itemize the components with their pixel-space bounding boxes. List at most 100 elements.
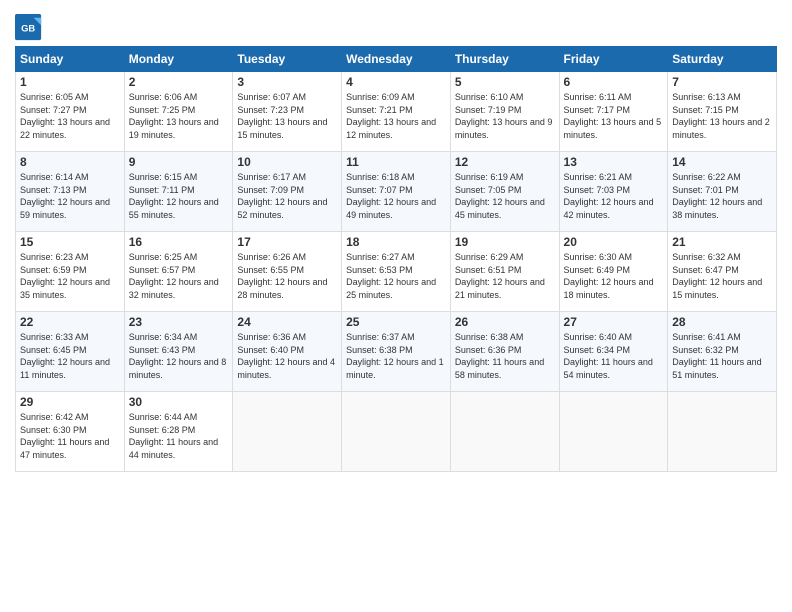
day-number: 8	[20, 155, 120, 169]
calendar-cell: 14 Sunrise: 6:22 AMSunset: 7:01 PMDayligh…	[668, 152, 777, 232]
day-info: Sunrise: 6:37 AMSunset: 6:38 PMDaylight:…	[346, 331, 446, 381]
week-row-5: 29 Sunrise: 6:42 AMSunset: 6:30 PMDayligh…	[16, 392, 777, 472]
weekday-header-thursday: Thursday	[450, 47, 559, 72]
weekday-header-row: SundayMondayTuesdayWednesdayThursdayFrid…	[16, 47, 777, 72]
calendar-cell: 28Sunrise: 6:41 AMSunset: 6:32 PMDayligh…	[668, 312, 777, 392]
day-number: 11	[346, 155, 446, 169]
calendar-cell: 17 Sunrise: 6:26 AMSunset: 6:55 PMDayligh…	[233, 232, 342, 312]
weekday-header-sunday: Sunday	[16, 47, 125, 72]
day-number: 12	[455, 155, 555, 169]
day-number: 13	[564, 155, 664, 169]
calendar-cell: 15 Sunrise: 6:23 AMSunset: 6:59 PMDayligh…	[16, 232, 125, 312]
day-number: 4	[346, 75, 446, 89]
day-info: Sunrise: 6:19 AMSunset: 7:05 PMDaylight:…	[455, 171, 555, 221]
day-number: 2	[129, 75, 229, 89]
day-number: 29	[20, 395, 120, 409]
day-info: Sunrise: 6:26 AMSunset: 6:55 PMDaylight:…	[237, 251, 337, 301]
day-info: Sunrise: 6:25 AMSunset: 6:57 PMDaylight:…	[129, 251, 229, 301]
page-container: GB SundayMondayTuesdayWednesdayThursdayF…	[0, 0, 792, 477]
week-row-3: 15 Sunrise: 6:23 AMSunset: 6:59 PMDayligh…	[16, 232, 777, 312]
calendar-cell: 20 Sunrise: 6:30 AMSunset: 6:49 PMDayligh…	[559, 232, 668, 312]
day-info: Sunrise: 6:10 AMSunset: 7:19 PMDaylight:…	[455, 91, 555, 141]
day-info: Sunrise: 6:38 AMSunset: 6:36 PMDaylight:…	[455, 331, 555, 381]
day-number: 1	[20, 75, 120, 89]
day-info: Sunrise: 6:34 AMSunset: 6:43 PMDaylight:…	[129, 331, 229, 381]
weekday-header-tuesday: Tuesday	[233, 47, 342, 72]
weekday-header-friday: Friday	[559, 47, 668, 72]
calendar-cell: 11 Sunrise: 6:18 AMSunset: 7:07 PMDayligh…	[342, 152, 451, 232]
calendar-cell: 12 Sunrise: 6:19 AMSunset: 7:05 PMDayligh…	[450, 152, 559, 232]
day-info: Sunrise: 6:11 AMSunset: 7:17 PMDaylight:…	[564, 91, 664, 141]
weekday-header-monday: Monday	[124, 47, 233, 72]
calendar-cell: 18Sunrise: 6:27 AMSunset: 6:53 PMDayligh…	[342, 232, 451, 312]
calendar: SundayMondayTuesdayWednesdayThursdayFrid…	[15, 46, 777, 472]
day-number: 27	[564, 315, 664, 329]
day-info: Sunrise: 6:22 AMSunset: 7:01 PMDaylight:…	[672, 171, 772, 221]
calendar-cell: 27 Sunrise: 6:40 AMSunset: 6:34 PMDayligh…	[559, 312, 668, 392]
day-number: 19	[455, 235, 555, 249]
day-number: 14	[672, 155, 772, 169]
day-number: 6	[564, 75, 664, 89]
weekday-header-wednesday: Wednesday	[342, 47, 451, 72]
day-number: 23	[129, 315, 229, 329]
day-info: Sunrise: 6:15 AMSunset: 7:11 PMDaylight:…	[129, 171, 229, 221]
day-info: Sunrise: 6:29 AMSunset: 6:51 PMDaylight:…	[455, 251, 555, 301]
calendar-cell: 29 Sunrise: 6:42 AMSunset: 6:30 PMDayligh…	[16, 392, 125, 472]
day-info: Sunrise: 6:18 AMSunset: 7:07 PMDaylight:…	[346, 171, 446, 221]
day-number: 5	[455, 75, 555, 89]
day-info: Sunrise: 6:33 AMSunset: 6:45 PMDaylight:…	[20, 331, 120, 381]
day-info: Sunrise: 6:30 AMSunset: 6:49 PMDaylight:…	[564, 251, 664, 301]
day-number: 22	[20, 315, 120, 329]
calendar-cell: 19 Sunrise: 6:29 AMSunset: 6:51 PMDayligh…	[450, 232, 559, 312]
day-info: Sunrise: 6:23 AMSunset: 6:59 PMDaylight:…	[20, 251, 120, 301]
day-number: 17	[237, 235, 337, 249]
calendar-cell: 16 Sunrise: 6:25 AMSunset: 6:57 PMDayligh…	[124, 232, 233, 312]
calendar-cell: 7 Sunrise: 6:13 AMSunset: 7:15 PMDaylight…	[668, 72, 777, 152]
day-number: 9	[129, 155, 229, 169]
calendar-cell: 9 Sunrise: 6:15 AMSunset: 7:11 PMDaylight…	[124, 152, 233, 232]
weekday-header-saturday: Saturday	[668, 47, 777, 72]
day-info: Sunrise: 6:05 AMSunset: 7:27 PMDaylight:…	[20, 91, 120, 141]
day-info: Sunrise: 6:44 AMSunset: 6:28 PMDaylight:…	[129, 411, 229, 461]
calendar-cell: 4 Sunrise: 6:09 AMSunset: 7:21 PMDaylight…	[342, 72, 451, 152]
day-info: Sunrise: 6:13 AMSunset: 7:15 PMDaylight:…	[672, 91, 772, 141]
logo-icon: GB	[15, 14, 43, 42]
calendar-cell	[559, 392, 668, 472]
calendar-cell: 25Sunrise: 6:37 AMSunset: 6:38 PMDayligh…	[342, 312, 451, 392]
svg-text:GB: GB	[21, 24, 35, 34]
day-number: 30	[129, 395, 229, 409]
calendar-cell: 5 Sunrise: 6:10 AMSunset: 7:19 PMDaylight…	[450, 72, 559, 152]
day-info: Sunrise: 6:21 AMSunset: 7:03 PMDaylight:…	[564, 171, 664, 221]
day-number: 10	[237, 155, 337, 169]
calendar-cell: 6 Sunrise: 6:11 AMSunset: 7:17 PMDaylight…	[559, 72, 668, 152]
calendar-cell: 30 Sunrise: 6:44 AMSunset: 6:28 PMDayligh…	[124, 392, 233, 472]
week-row-4: 22 Sunrise: 6:33 AMSunset: 6:45 PMDayligh…	[16, 312, 777, 392]
day-info: Sunrise: 6:07 AMSunset: 7:23 PMDaylight:…	[237, 91, 337, 141]
day-number: 7	[672, 75, 772, 89]
header: GB	[15, 10, 777, 42]
calendar-cell: 21Sunrise: 6:32 AMSunset: 6:47 PMDayligh…	[668, 232, 777, 312]
calendar-cell: 1 Sunrise: 6:05 AMSunset: 7:27 PMDaylight…	[16, 72, 125, 152]
day-number: 20	[564, 235, 664, 249]
day-info: Sunrise: 6:42 AMSunset: 6:30 PMDaylight:…	[20, 411, 120, 461]
day-number: 15	[20, 235, 120, 249]
day-number: 24	[237, 315, 337, 329]
calendar-cell: 3Sunrise: 6:07 AMSunset: 7:23 PMDaylight…	[233, 72, 342, 152]
calendar-cell	[668, 392, 777, 472]
day-info: Sunrise: 6:17 AMSunset: 7:09 PMDaylight:…	[237, 171, 337, 221]
day-info: Sunrise: 6:27 AMSunset: 6:53 PMDaylight:…	[346, 251, 446, 301]
calendar-cell: 13 Sunrise: 6:21 AMSunset: 7:03 PMDayligh…	[559, 152, 668, 232]
calendar-cell	[233, 392, 342, 472]
calendar-cell: 26Sunrise: 6:38 AMSunset: 6:36 PMDayligh…	[450, 312, 559, 392]
day-number: 16	[129, 235, 229, 249]
day-info: Sunrise: 6:40 AMSunset: 6:34 PMDaylight:…	[564, 331, 664, 381]
calendar-cell: 2Sunrise: 6:06 AMSunset: 7:25 PMDaylight…	[124, 72, 233, 152]
day-info: Sunrise: 6:09 AMSunset: 7:21 PMDaylight:…	[346, 91, 446, 141]
day-number: 28	[672, 315, 772, 329]
calendar-cell: 23 Sunrise: 6:34 AMSunset: 6:43 PMDayligh…	[124, 312, 233, 392]
logo: GB	[15, 14, 45, 42]
day-info: Sunrise: 6:36 AMSunset: 6:40 PMDaylight:…	[237, 331, 337, 381]
calendar-cell	[450, 392, 559, 472]
day-info: Sunrise: 6:32 AMSunset: 6:47 PMDaylight:…	[672, 251, 772, 301]
calendar-cell: 8Sunrise: 6:14 AMSunset: 7:13 PMDaylight…	[16, 152, 125, 232]
